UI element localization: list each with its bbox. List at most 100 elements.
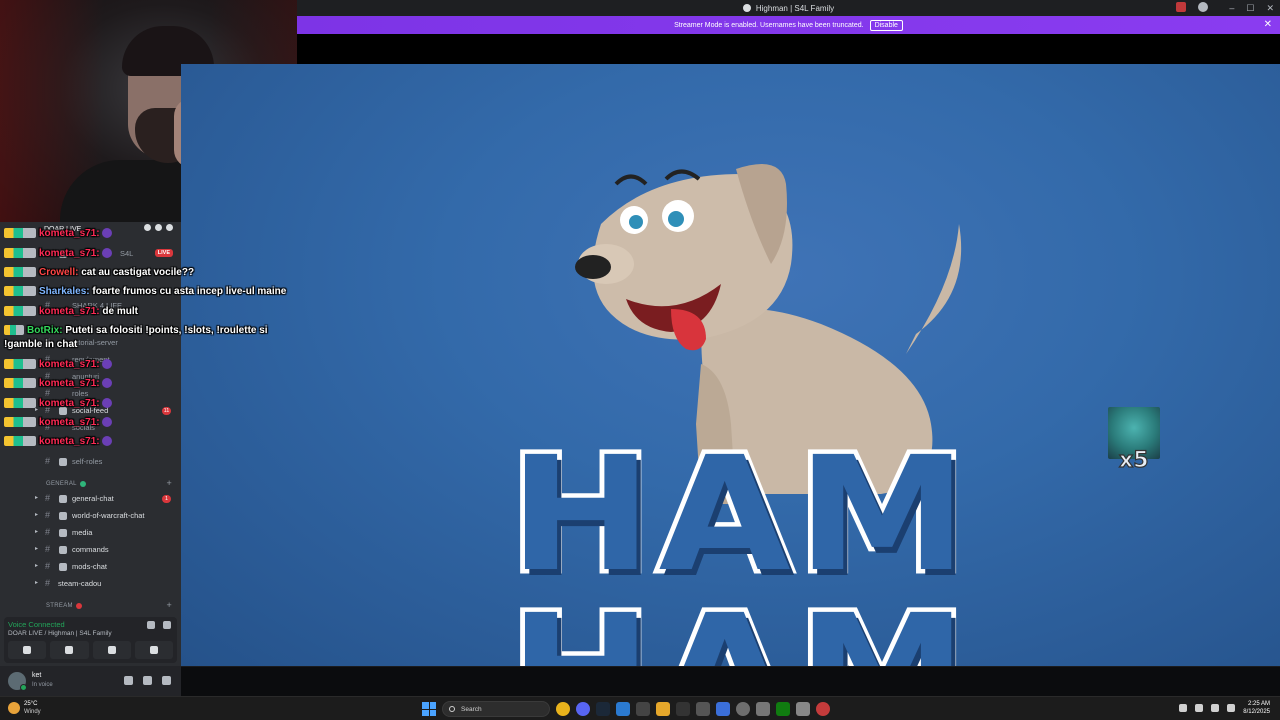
image-icon: [59, 529, 67, 537]
headphones-icon[interactable]: [143, 676, 152, 685]
voice-connected-label: Voice Connected: [8, 620, 65, 629]
volume-icon[interactable]: [1227, 704, 1236, 712]
discord-app-icon[interactable]: [576, 702, 590, 716]
app-icon[interactable]: [716, 702, 730, 716]
taskbar: 25°C Windy Search 2:25 AM 8/12/2025: [0, 696, 1280, 720]
dog-tail: [906, 224, 962, 354]
hash-icon: #: [45, 510, 51, 520]
add-member-icon[interactable]: [155, 224, 162, 231]
close-window-button[interactable]: ✕: [1266, 3, 1274, 14]
disconnect-icon[interactable]: [163, 621, 171, 629]
clock[interactable]: 2:25 AM 8/12/2025: [1243, 700, 1270, 716]
soundboard-button[interactable]: [134, 641, 173, 659]
chevron-right-icon: ▸: [35, 546, 39, 552]
channel-item-mods-chat[interactable]: ▸ # mods-chat: [0, 559, 181, 575]
guild-header[interactable]: DOAR LIVE: [0, 222, 181, 236]
chevron-right-icon: ▸: [35, 580, 39, 586]
app-icon[interactable]: [796, 702, 810, 716]
channel-item-s4l[interactable]: S4L LIVE: [0, 246, 181, 262]
channel-item-steam-cadou[interactable]: ▸ # steam-cadou: [0, 576, 181, 592]
search-icon: [449, 706, 455, 712]
minimize-button[interactable]: –: [1229, 3, 1234, 13]
channel-item-media[interactable]: ▸ # media: [0, 525, 181, 541]
avatar[interactable]: [8, 672, 27, 691]
chevron-right-icon: ▸: [35, 407, 39, 413]
chevron-up-icon[interactable]: [1179, 704, 1188, 712]
username: ket: [32, 672, 42, 679]
add-channel-icon[interactable]: +: [166, 478, 172, 488]
gear-icon[interactable]: [162, 676, 171, 685]
folder-icon[interactable]: [656, 702, 670, 716]
category-stream[interactable]: STREAM +: [46, 600, 176, 612]
windows-start-icon[interactable]: [422, 702, 436, 716]
emote-count: x5: [1118, 447, 1149, 473]
add-channel-icon[interactable]: +: [166, 600, 172, 610]
channel-item-socials[interactable]: # socials: [0, 420, 181, 436]
category-general[interactable]: GENERAL +: [46, 478, 176, 490]
signal-icon[interactable]: [147, 621, 155, 629]
camera-button[interactable]: [8, 641, 47, 659]
microphone-icon[interactable]: [1195, 704, 1204, 712]
voice-channel-label[interactable]: DOAR LIVE / Highman | S4L Family: [8, 630, 112, 637]
app-icon[interactable]: [696, 702, 710, 716]
screen-icon: [65, 646, 74, 654]
camera-off-icon: [23, 646, 32, 654]
screen-share-button[interactable]: [50, 641, 89, 659]
app-icon[interactable]: [676, 702, 690, 716]
globe-icon: [79, 481, 86, 487]
banner-close-icon[interactable]: ✕: [1264, 19, 1272, 30]
hash-icon: #: [45, 371, 51, 381]
hash-icon: #: [45, 544, 51, 554]
activity-button[interactable]: [92, 641, 131, 659]
channel-item-general-chat[interactable]: ▸ # general-chat 1: [0, 491, 181, 507]
channel-item-commands[interactable]: ▸ # commands: [0, 542, 181, 558]
channel-item-anunturi[interactable]: # anunturi: [0, 369, 181, 385]
channel-item-regulament[interactable]: # regulament: [0, 352, 181, 368]
help-icon[interactable]: [1198, 2, 1208, 12]
taskbar-search[interactable]: Search: [442, 701, 550, 717]
sparkle-icon: [149, 646, 158, 654]
microphone-icon[interactable]: [124, 676, 133, 685]
hash-icon: #: [45, 578, 51, 588]
chrome-icon[interactable]: [556, 702, 570, 716]
system-tray: 2:25 AM 8/12/2025: [1179, 700, 1270, 716]
channel-item-social-feed[interactable]: ▸ # social-feed 11: [0, 403, 181, 419]
hash-icon: #: [45, 300, 51, 310]
chevron-right-icon: ▸: [35, 563, 39, 569]
weather-widget[interactable]: 25°C Windy: [8, 700, 41, 716]
stream-top-strip: [297, 34, 1280, 64]
channel-item-shark4life[interactable]: # SHARK 4 LIFE: [0, 298, 181, 314]
inbox-icon[interactable]: [1176, 2, 1186, 12]
vscode-icon[interactable]: [616, 702, 630, 716]
obs-icon[interactable]: [816, 702, 830, 716]
stream-view[interactable]: HAM HAM x5: [181, 64, 1280, 666]
chevron-right-icon: ▸: [35, 512, 39, 518]
gear-icon[interactable]: [166, 224, 173, 231]
channel-item-self-roles[interactable]: # self-roles: [0, 454, 181, 470]
xbox-icon[interactable]: [776, 702, 790, 716]
network-icon[interactable]: [1211, 704, 1220, 712]
hash-icon: #: [45, 561, 51, 571]
chevron-right-icon: ▸: [35, 529, 39, 535]
app-icon[interactable]: [756, 702, 770, 716]
stream-bottom-strip: [181, 666, 1280, 696]
disable-streamer-mode-button[interactable]: Disable: [869, 19, 903, 31]
screen: Highman | S4L Family – ☐ ✕ Streamer Mode…: [0, 0, 1280, 720]
hash-icon: #: [45, 422, 51, 432]
chat-icon[interactable]: [144, 224, 151, 231]
live-badge: LIVE: [154, 249, 173, 257]
maximize-button[interactable]: ☐: [1246, 3, 1254, 14]
app-icon[interactable]: [736, 702, 750, 716]
channel-item-roles[interactable]: # roles: [0, 386, 181, 402]
channel-item-wow-chat[interactable]: ▸ # world-of-warcraft-chat: [0, 508, 181, 524]
shield-icon: [59, 563, 67, 571]
online-status-icon: [20, 684, 27, 691]
speech-icon: [59, 495, 67, 503]
weather-icon: [8, 702, 20, 714]
guild-name: DOAR LIVE: [44, 225, 82, 233]
live-dot-icon: [75, 603, 82, 609]
steam-icon[interactable]: [596, 702, 610, 716]
streamer-mode-banner: Streamer Mode is enabled. Usernames have…: [297, 16, 1280, 34]
app-icon[interactable]: [636, 702, 650, 716]
channel-item-tutorial-server[interactable]: # tutorial-server: [0, 335, 181, 351]
